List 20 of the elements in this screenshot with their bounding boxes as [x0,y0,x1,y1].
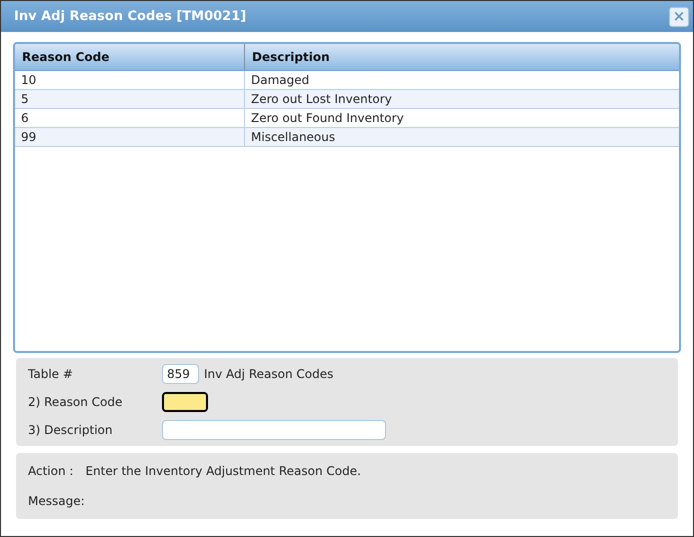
column-header[interactable]: Reason Code [15,44,245,70]
message-label: Message: [28,493,85,510]
column-header[interactable]: Description [245,44,679,70]
table-cell-text: Damaged [250,72,310,89]
field-label: 3) Description [28,422,114,439]
field-label: Table # [28,366,74,383]
table-name: Inv Adj Reason Codes [204,366,334,383]
action-text: Enter the Inventory Adjustment Reason Code. [85,463,361,480]
table-cell: 5 [15,90,245,108]
table-cell-text: Zero out Found Inventory [250,110,405,127]
table-cell: 99 [15,128,245,146]
table-cell: 6 [15,109,245,127]
field-label: 2) Reason Code [28,394,124,411]
table-cell-text: Miscellaneous [250,129,336,146]
input-field[interactable] [162,392,208,412]
window-title: Inv Adj Reason Codes [TM0021] [14,8,246,26]
table-cell: 10 [15,71,245,89]
input-field[interactable]: 859 [162,364,199,384]
action-label: Action : [28,463,74,480]
table-cell-text: Zero out Lost Inventory [250,91,393,108]
